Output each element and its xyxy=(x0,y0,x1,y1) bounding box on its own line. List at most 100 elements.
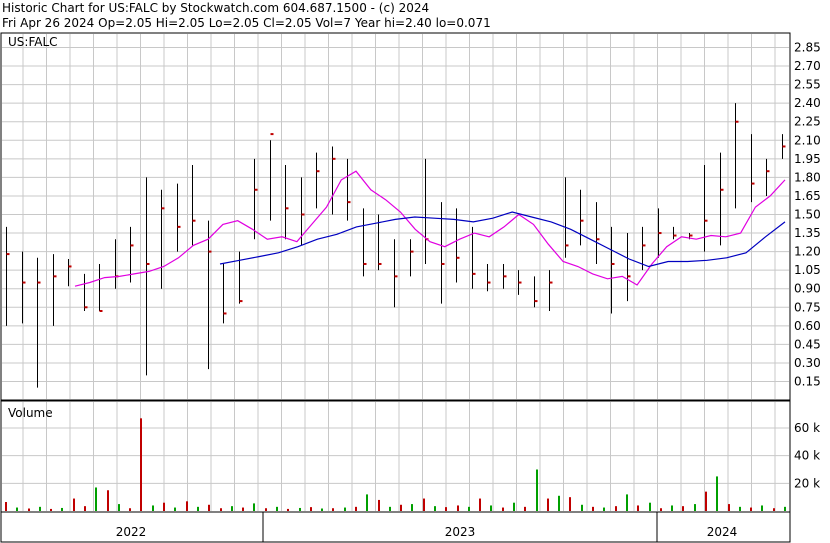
volume-bar xyxy=(637,505,639,511)
volume-bar xyxy=(750,507,752,511)
volume-panel xyxy=(0,400,791,513)
volume-bar xyxy=(321,508,323,511)
volume-bar xyxy=(5,502,7,511)
price-tick-label: 0.45 xyxy=(794,337,821,351)
volume-bar xyxy=(129,508,131,511)
price-tick-label: 0.15 xyxy=(794,375,821,389)
volume-bar xyxy=(513,502,515,511)
volume-bar xyxy=(671,505,673,511)
volume-bar xyxy=(536,469,538,511)
volume-bar xyxy=(208,504,210,511)
volume-axis: 60 k 40 k 20 k xyxy=(794,421,820,490)
volume-bar xyxy=(163,502,165,511)
price-tick-label: 0.60 xyxy=(794,319,821,333)
price-tick-label: 1.65 xyxy=(794,189,821,203)
volume-bar xyxy=(502,507,504,511)
volume-bar xyxy=(773,508,775,511)
volume-bar xyxy=(558,495,560,511)
volume-bar xyxy=(61,507,63,511)
volume-bar xyxy=(389,506,391,511)
price-tick-label: 2.10 xyxy=(794,133,821,147)
volume-label: Volume xyxy=(8,406,53,420)
volume-bar xyxy=(231,506,233,511)
volume-bar xyxy=(547,498,549,511)
volume-bar xyxy=(682,506,684,511)
volume-tick-label: 20 k xyxy=(794,476,820,490)
price-tick-label: 0.75 xyxy=(794,300,821,314)
price-tick-label: 0.90 xyxy=(794,282,821,296)
volume-bar xyxy=(411,504,413,511)
volume-bar xyxy=(197,506,199,511)
volume-bar xyxy=(186,501,188,511)
volume-bar xyxy=(705,491,707,511)
volume-bar xyxy=(457,505,459,511)
volume-bar xyxy=(152,505,154,511)
volume-bar xyxy=(716,476,718,511)
volume-bar xyxy=(174,507,176,511)
volume-bar xyxy=(344,507,346,511)
volume-bar xyxy=(16,507,18,511)
volume-bar xyxy=(332,508,334,511)
volume-bar xyxy=(468,506,470,511)
volume-bar xyxy=(434,506,436,511)
volume-bar xyxy=(378,499,380,511)
volume-bar xyxy=(490,505,492,511)
volume-bar xyxy=(581,504,583,511)
volume-bar xyxy=(784,506,786,511)
volume-bar xyxy=(276,506,278,511)
price-tick-label: 1.35 xyxy=(794,226,821,240)
year-label: 2022 xyxy=(116,525,147,539)
volume-bar xyxy=(73,498,75,511)
volume-bar xyxy=(761,505,763,511)
volume-bar xyxy=(524,506,526,511)
volume-bar xyxy=(728,504,730,511)
volume-bar xyxy=(479,498,481,511)
volume-bar xyxy=(39,506,41,511)
volume-bar xyxy=(287,508,289,511)
volume-bar xyxy=(626,494,628,511)
volume-bar xyxy=(242,507,244,511)
stock-chart: 2.85 2.70 2.55 2.40 2.25 2.10 1.95 1.80 1.65 1.50… xyxy=(0,32,821,543)
volume-bar xyxy=(423,498,425,511)
year-label: 2023 xyxy=(445,525,476,539)
price-tick-label: 1.80 xyxy=(794,170,821,184)
price-tick-label: 1.20 xyxy=(794,245,821,259)
volume-bar xyxy=(107,490,109,511)
price-tick-label: 2.85 xyxy=(794,41,821,55)
price-tick-label: 2.70 xyxy=(794,59,821,73)
volume-bar xyxy=(592,506,594,511)
volume-bar xyxy=(615,506,617,511)
volume-bar xyxy=(694,504,696,511)
volume-bar xyxy=(366,494,368,511)
volume-bar xyxy=(445,507,447,511)
volume-bar xyxy=(355,506,357,511)
price-tick-label: 2.40 xyxy=(794,96,821,110)
price-tick-label: 0.30 xyxy=(794,356,821,370)
price-tick-label: 2.55 xyxy=(794,78,821,92)
volume-tick-label: 60 k xyxy=(794,421,820,435)
symbol-label: US:FALC xyxy=(8,35,58,49)
volume-tick-label: 40 k xyxy=(794,449,820,463)
volume-bar xyxy=(310,507,312,511)
volume-bar xyxy=(140,418,142,511)
price-panel xyxy=(0,32,791,401)
volume-bar xyxy=(220,508,222,511)
volume-bar xyxy=(569,497,571,511)
volume-bar xyxy=(739,506,741,511)
price-tick-label: 1.05 xyxy=(794,263,821,277)
volume-bar xyxy=(28,508,30,511)
volume-bar xyxy=(400,504,402,511)
volume-bar xyxy=(649,502,651,511)
volume-bar xyxy=(253,503,255,511)
year-label: 2024 xyxy=(707,525,738,539)
volume-bar xyxy=(603,507,605,511)
volume-bar xyxy=(50,508,52,511)
volume-bar xyxy=(95,487,97,511)
volume-bar xyxy=(299,507,301,511)
volume-bar xyxy=(118,504,120,511)
volume-bar xyxy=(84,506,86,511)
price-axis: 2.85 2.70 2.55 2.40 2.25 2.10 1.95 1.80 1.65 1.50… xyxy=(794,41,821,389)
volume-bar xyxy=(265,508,267,511)
volume-bar xyxy=(660,508,662,511)
price-tick-label: 1.50 xyxy=(794,208,821,222)
